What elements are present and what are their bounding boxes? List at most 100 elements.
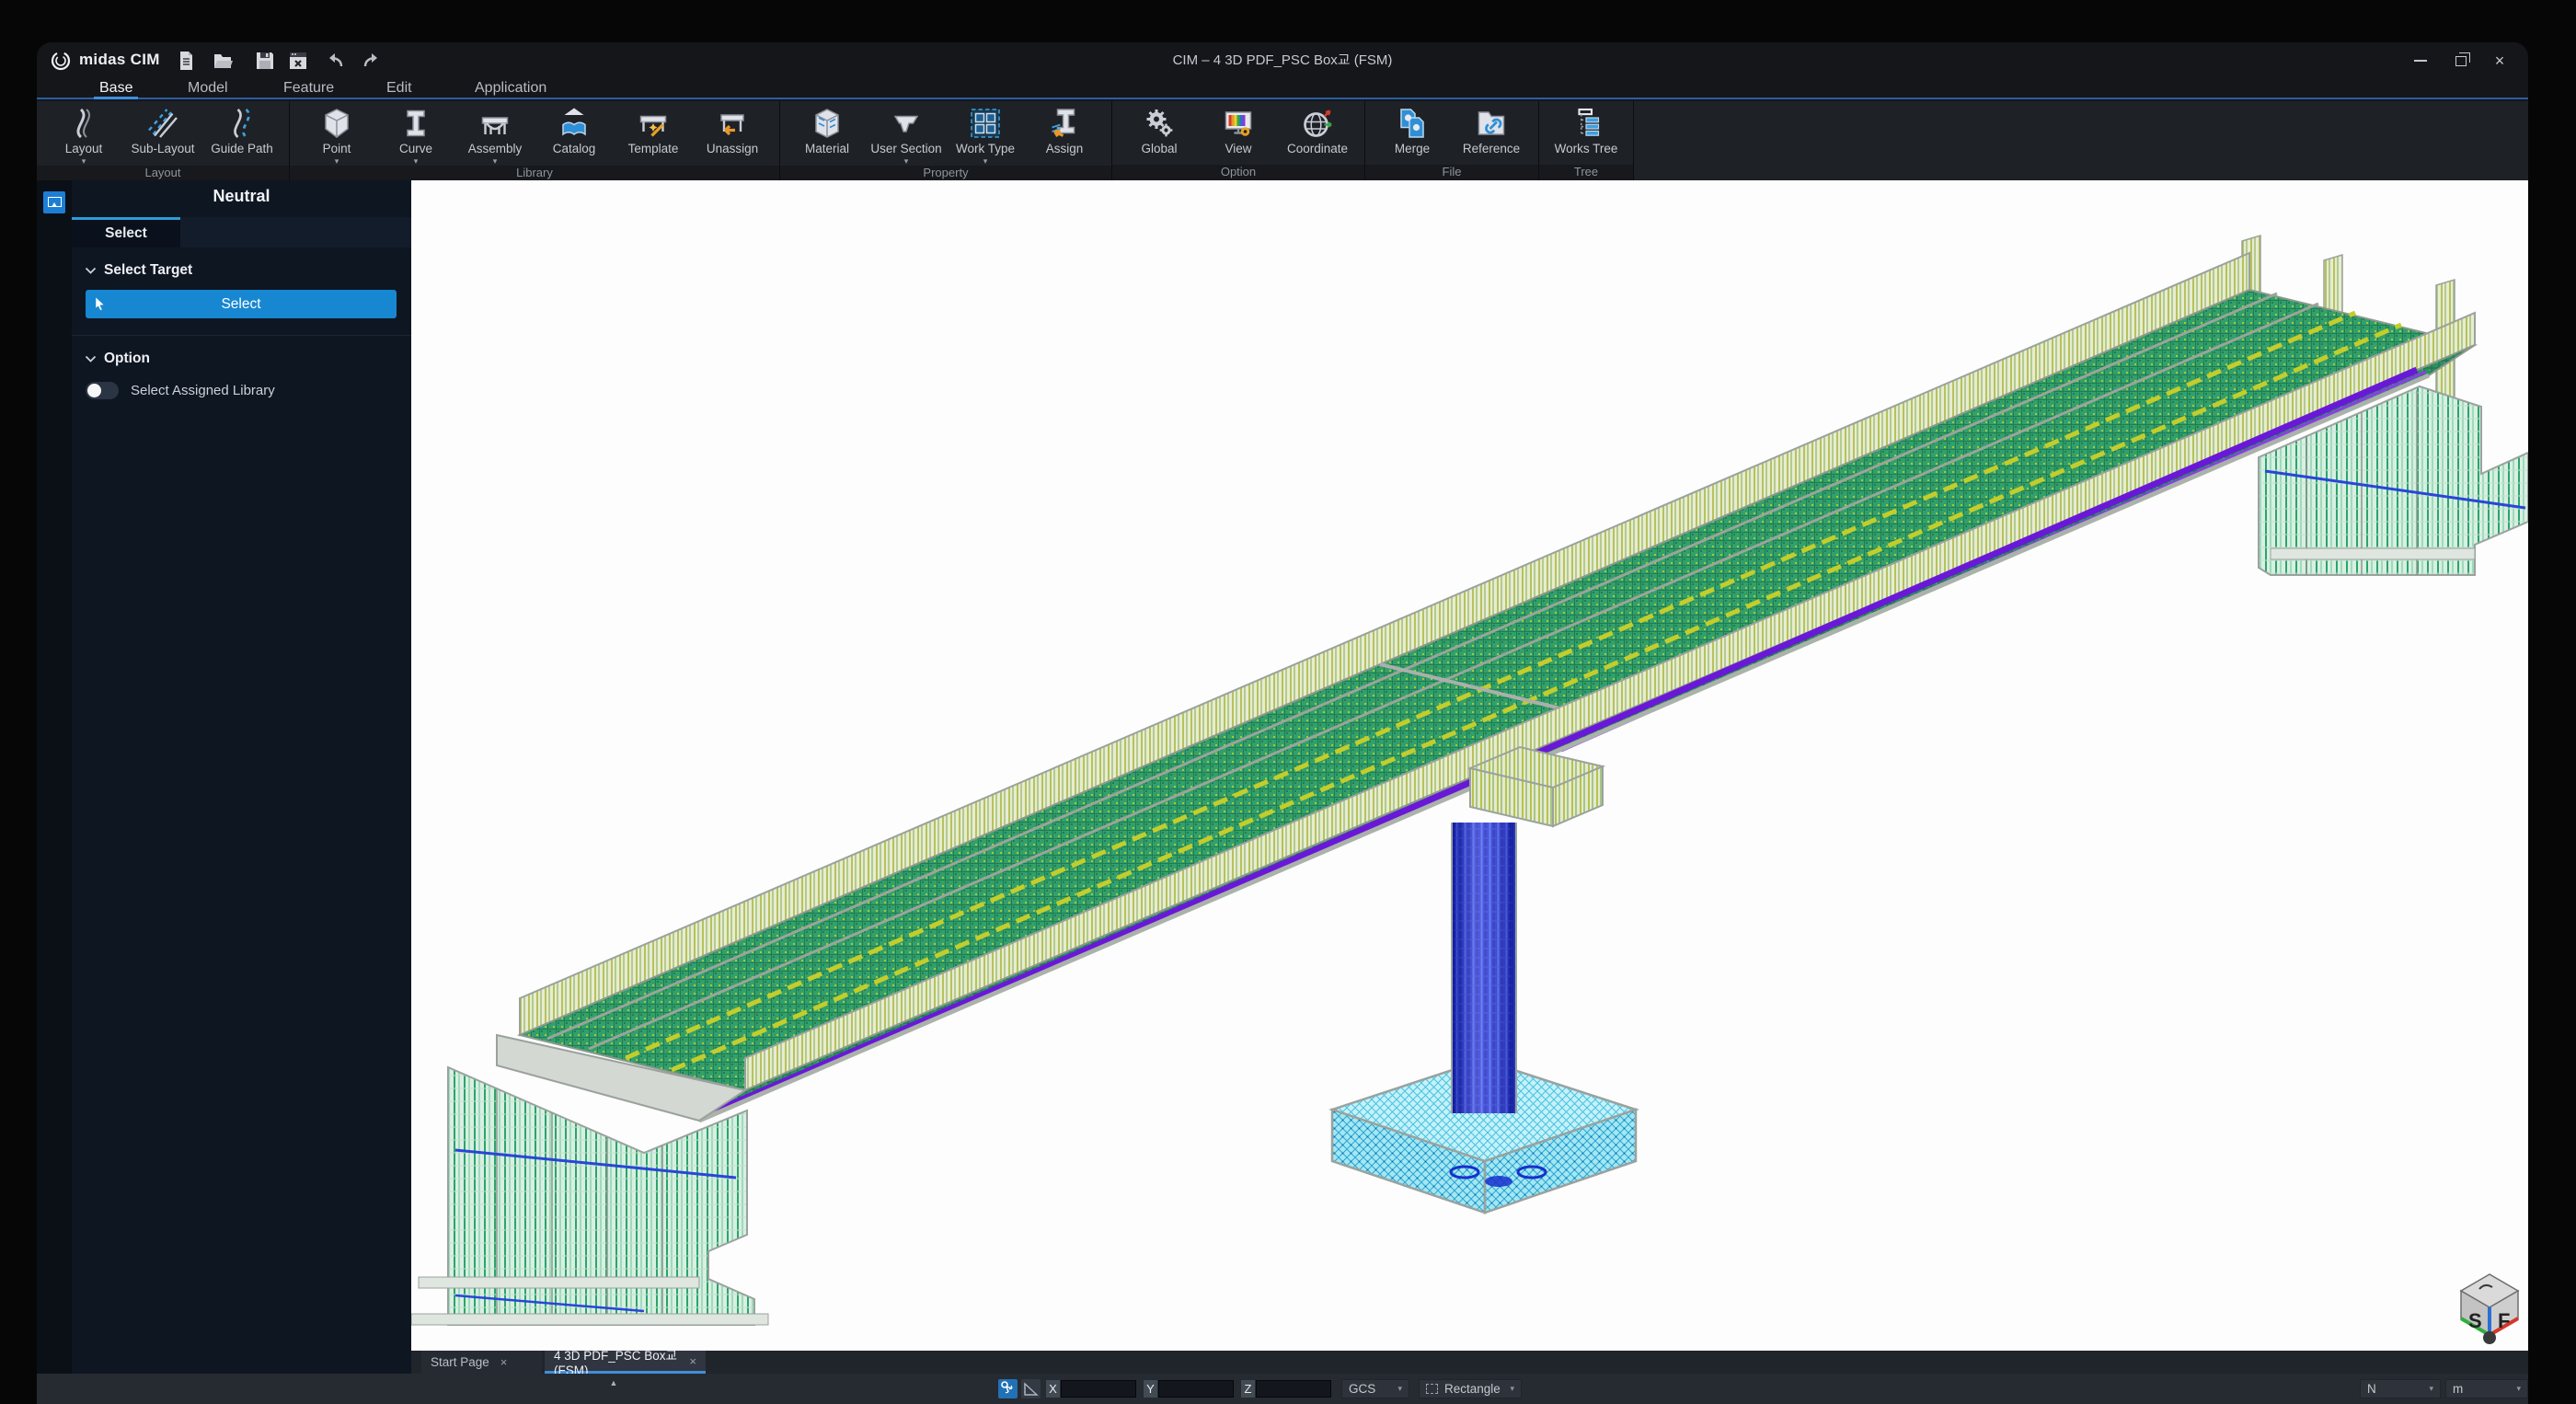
close-button[interactable]: × — [2484, 48, 2515, 74]
app-name: midas CIM — [79, 51, 160, 69]
menu-tab-feature[interactable]: Feature — [278, 79, 339, 99]
panel-tab-strip: Select — [72, 217, 411, 247]
user-section-button[interactable]: User Section ▾ — [867, 105, 946, 166]
ribbon-group-option: Global View Coordinate Option — [1112, 101, 1365, 180]
nav-cube-letter-s: S — [2468, 1309, 2482, 1332]
works-tree-button[interactable]: Works Tree — [1547, 105, 1626, 155]
unassign-arrow-icon — [716, 107, 749, 140]
point-button[interactable]: Point ▾ — [297, 105, 376, 166]
expand-panel-button[interactable]: ▲ — [600, 1376, 627, 1389]
x-coordinate-label: X — [1046, 1380, 1060, 1398]
ribbon-group-file: Merge Reference File — [1365, 101, 1539, 180]
ribbon-toolbar: Layout ▾ Sub-Layout Guide Path Layout Po… — [37, 101, 2528, 180]
chevron-down-icon: ▾ — [1388, 1384, 1402, 1394]
panel-title: Neutral — [72, 180, 411, 217]
coordinate-button[interactable]: Coordinate — [1278, 105, 1357, 155]
merge-docs-icon — [1396, 107, 1429, 140]
merge-button[interactable]: Merge — [1373, 105, 1452, 155]
export-window-icon[interactable] — [287, 50, 309, 72]
new-document-icon[interactable] — [175, 50, 197, 72]
assembly-bridge-icon — [478, 107, 512, 140]
coordinate-globe-icon — [1301, 107, 1334, 140]
app-window: midas CIM CIM – 4 3D PDF_PSC Box교 (FSM) … — [37, 42, 2528, 1404]
work-type-button[interactable]: Work Type ▾ — [946, 105, 1025, 166]
group-label-tree: Tree — [1539, 165, 1633, 180]
group-label-option: Option — [1112, 165, 1364, 180]
caret-down-icon: ▾ — [335, 157, 339, 166]
tab-start-page[interactable]: Start Page × — [421, 1351, 542, 1374]
sub-layout-button[interactable]: Sub-Layout — [123, 105, 202, 155]
bridge-model[interactable]: S F — [411, 180, 2528, 1351]
assign-arrow-icon — [1048, 107, 1081, 140]
layout-wave-icon — [67, 107, 100, 140]
menu-tab-base[interactable]: Base — [94, 79, 138, 99]
document-tab-strip: Start Page × 4 3D PDF_PSC Box교(FSM) × — [411, 1351, 2528, 1374]
save-icon[interactable] — [254, 50, 276, 72]
length-unit-dropdown[interactable]: m▾ — [2445, 1379, 2528, 1398]
assign-button[interactable]: Assign — [1025, 105, 1104, 155]
x-coordinate-input[interactable] — [1061, 1380, 1136, 1398]
restore-button[interactable] — [2445, 48, 2477, 74]
menu-tab-model[interactable]: Model — [182, 79, 234, 99]
pier-column[interactable] — [1452, 823, 1516, 1113]
close-icon[interactable]: × — [500, 1355, 508, 1369]
force-unit-dropdown[interactable]: N▾ — [2360, 1379, 2441, 1398]
ortho-angle-icon[interactable] — [1021, 1379, 1041, 1398]
nav-cube-origin — [2483, 1331, 2496, 1344]
tab-model-document[interactable]: 4 3D PDF_PSC Box교(FSM) × — [545, 1351, 706, 1374]
tab-select[interactable]: Select — [72, 217, 180, 247]
section-option[interactable]: Option — [72, 336, 411, 367]
z-coordinate-input[interactable] — [1256, 1380, 1331, 1398]
material-cube-icon — [811, 107, 844, 140]
snap-point-icon[interactable] — [998, 1379, 1018, 1398]
caret-down-icon: ▾ — [414, 157, 419, 166]
material-button[interactable]: Material — [788, 105, 867, 155]
viewport-3d[interactable]: S F — [411, 180, 2528, 1351]
select-mode-dropdown[interactable]: Rectangle▾ — [1419, 1379, 1522, 1398]
point-block-icon — [320, 107, 353, 140]
group-label-library: Library — [290, 166, 779, 180]
menu-tab-application[interactable]: Application — [469, 79, 552, 99]
rectangle-select-icon — [1426, 1384, 1438, 1394]
global-button[interactable]: Global — [1120, 105, 1199, 155]
ribbon-group-layout: Layout ▾ Sub-Layout Guide Path Layout — [37, 101, 290, 180]
y-coordinate-input[interactable] — [1158, 1380, 1234, 1398]
caret-down-icon: ▾ — [493, 157, 498, 166]
undo-icon[interactable] — [324, 50, 346, 72]
works-tree-icon — [1570, 107, 1603, 140]
sub-layout-icon — [146, 107, 179, 140]
chevron-down-icon: ▾ — [1501, 1384, 1514, 1394]
open-folder-icon[interactable] — [212, 50, 234, 72]
redo-icon[interactable] — [361, 50, 383, 72]
y-coordinate-label: Y — [1144, 1380, 1157, 1398]
section-select-target[interactable]: Select Target — [72, 247, 411, 279]
reference-button[interactable]: Reference — [1452, 105, 1531, 155]
neutral-panel: Neutral Select Select Target Select Opti… — [72, 180, 411, 1374]
group-label-property: Property — [780, 166, 1111, 180]
view-monitor-icon — [1222, 107, 1255, 140]
template-button[interactable]: Template — [614, 105, 693, 155]
global-gears-icon — [1143, 107, 1176, 140]
select-button[interactable]: Select — [86, 290, 397, 318]
guide-path-icon — [225, 107, 259, 140]
user-section-icon — [890, 107, 923, 140]
caret-down-icon: ▾ — [82, 157, 86, 166]
select-assigned-library-toggle[interactable] — [86, 382, 119, 399]
left-dock-rail — [37, 180, 72, 1374]
curve-button[interactable]: Curve ▾ — [376, 105, 455, 166]
assembly-button[interactable]: Assembly ▾ — [455, 105, 535, 166]
minimize-button[interactable] — [2405, 48, 2436, 74]
view-button[interactable]: View — [1199, 105, 1278, 155]
unassign-button[interactable]: Unassign — [693, 105, 772, 155]
close-icon[interactable]: × — [689, 1354, 696, 1368]
ribbon-group-property: Material User Section ▾ Work Type ▾ Assi… — [780, 101, 1112, 180]
guide-path-button[interactable]: Guide Path — [202, 105, 282, 155]
toggle-label: Select Assigned Library — [131, 383, 275, 398]
catalog-button[interactable]: Catalog — [535, 105, 614, 155]
title-bar: midas CIM CIM – 4 3D PDF_PSC Box교 (FSM) … — [37, 42, 2528, 79]
menu-bar: Base Model Feature Edit Application — [37, 79, 2528, 99]
panel-dock-icon[interactable] — [43, 191, 65, 213]
gcs-dropdown[interactable]: GCS▾ — [1341, 1379, 1409, 1398]
layout-button[interactable]: Layout ▾ — [44, 105, 123, 166]
menu-tab-edit[interactable]: Edit — [381, 79, 418, 99]
